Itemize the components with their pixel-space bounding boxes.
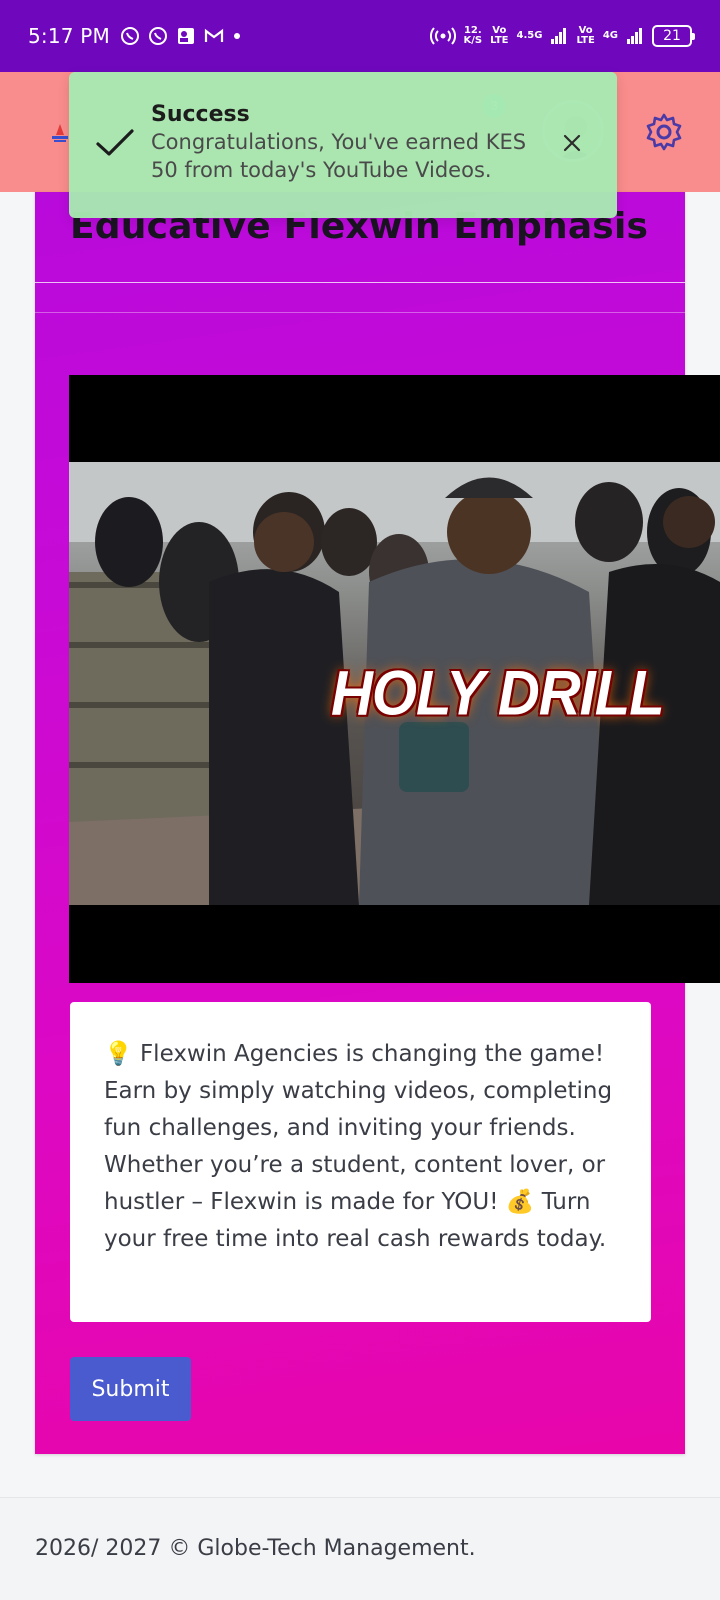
divider bbox=[35, 282, 685, 283]
system-icons: 12. K/S Vo LTE 4.5G Vo LTE 4G 21 bbox=[429, 25, 695, 47]
success-toast: Success Congratulations, You've earned K… bbox=[69, 72, 617, 218]
signal-icon bbox=[551, 28, 567, 44]
network-speed: 12. K/S bbox=[463, 25, 483, 46]
status-bar: 5:17 PM 12. K/S Vo LTE 4.5G Vo LTE 4G 21 bbox=[0, 0, 720, 72]
whatsapp-icon bbox=[121, 27, 139, 45]
video-player[interactable]: HOLY DRILL bbox=[69, 375, 720, 983]
notification-icons bbox=[120, 26, 242, 46]
footer: 2026/ 2027 © Globe-Tech Management. bbox=[0, 1497, 720, 1600]
copyright-text: 2026/ 2027 © Globe-Tech Management. bbox=[35, 1536, 476, 1561]
hotspot-icon bbox=[429, 27, 456, 45]
submit-button[interactable]: Submit bbox=[70, 1357, 191, 1421]
video-task-card: Educative Flexwin Emphasis HOLY DRILL 💡 … bbox=[35, 192, 720, 1454]
divider bbox=[35, 312, 685, 313]
contact-card-icon bbox=[178, 28, 194, 44]
network-type-2: 4G bbox=[602, 30, 618, 41]
video-thumbnail: HOLY DRILL bbox=[69, 462, 720, 905]
description-text: 💡 Flexwin Agencies is changing the game!… bbox=[104, 1041, 613, 1252]
toast-message: Congratulations, You've earned KES 50 fr… bbox=[151, 130, 527, 182]
volte-indicator: Vo LTE bbox=[490, 25, 509, 46]
network-type: 4.5G bbox=[516, 30, 543, 41]
signal-icon bbox=[627, 28, 642, 44]
description-box: 💡 Flexwin Agencies is changing the game!… bbox=[70, 1002, 651, 1322]
gmail-icon bbox=[204, 28, 224, 42]
close-icon[interactable] bbox=[559, 130, 585, 156]
whatsapp-icon bbox=[149, 27, 167, 45]
battery-icon: 21 bbox=[652, 25, 695, 47]
dot-icon bbox=[234, 33, 240, 39]
volte-indicator-2: Vo LTE bbox=[576, 25, 595, 46]
gear-icon[interactable] bbox=[644, 112, 684, 152]
status-time: 5:17 PM bbox=[28, 24, 110, 48]
toast-title: Success bbox=[151, 102, 250, 127]
check-icon bbox=[96, 129, 134, 156]
video-overlay-title: HOLY DRILL bbox=[331, 658, 665, 729]
site-logo-icon[interactable] bbox=[50, 122, 70, 144]
